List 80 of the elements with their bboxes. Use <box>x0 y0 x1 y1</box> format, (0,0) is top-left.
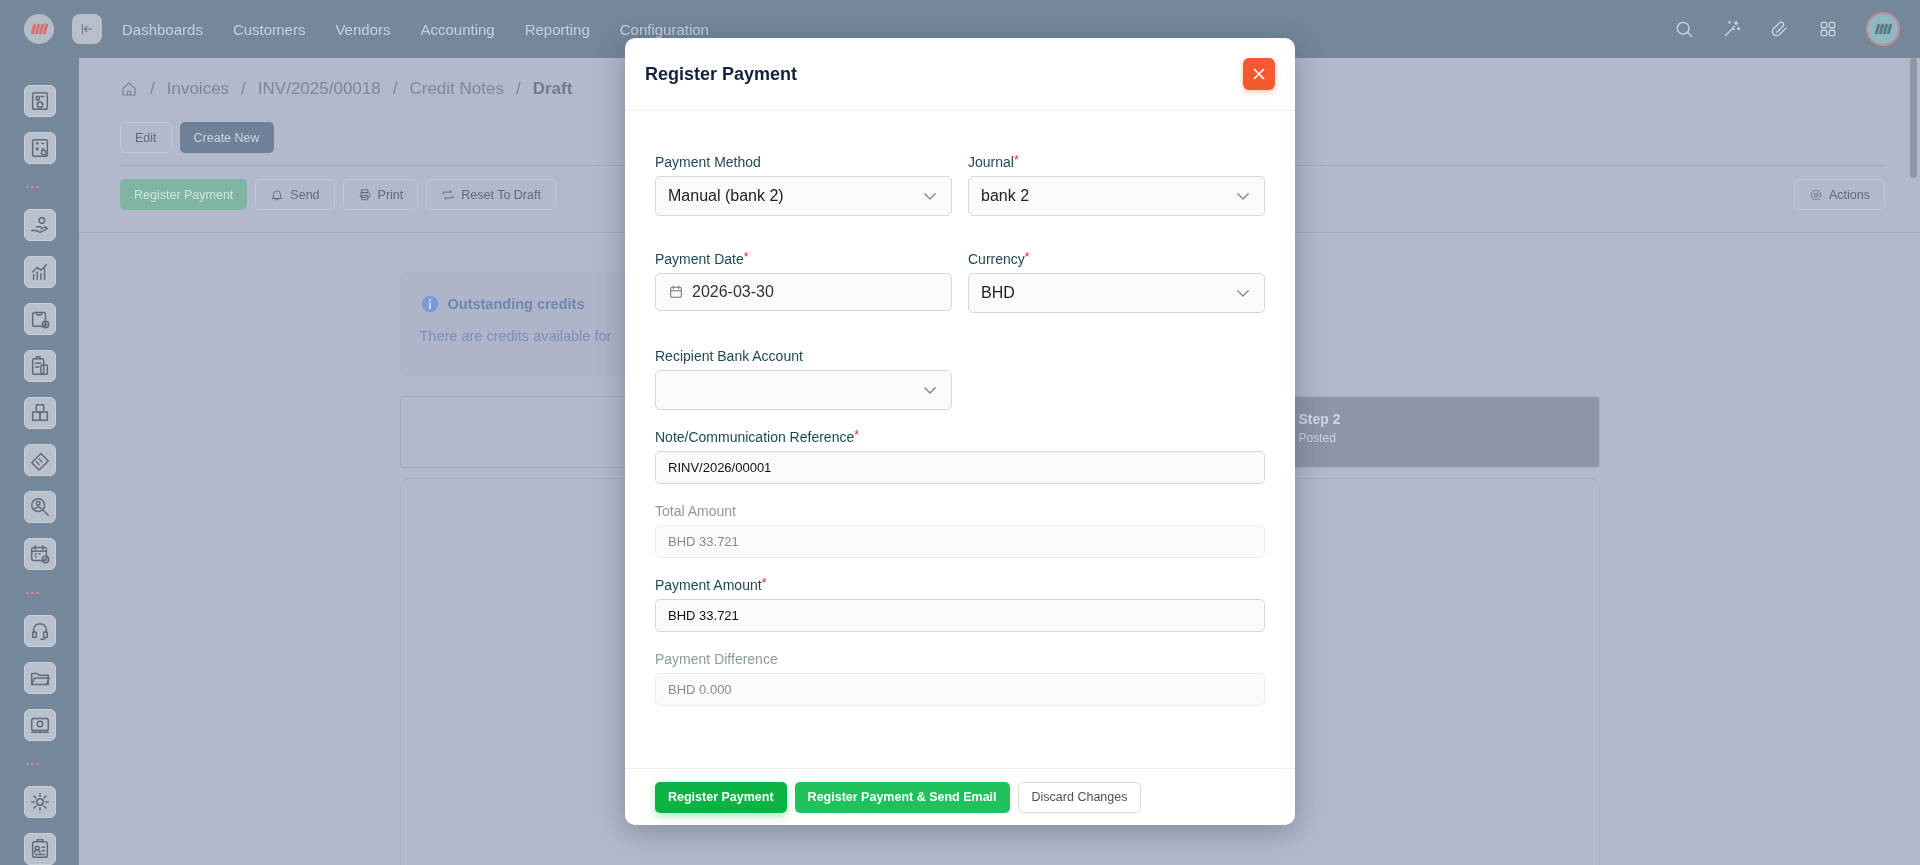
field-label: Payment Difference <box>655 650 778 667</box>
app-launcher-button[interactable] <box>23 303 56 335</box>
required-asterisk: * <box>1024 250 1030 264</box>
required-asterisk: * <box>1013 153 1019 167</box>
field-label: Journal <box>968 153 1014 170</box>
step-status: Posted <box>1298 431 1337 445</box>
action-button[interactable]: Create New <box>179 122 274 153</box>
close-button[interactable] <box>1243 58 1275 90</box>
app-launcher-button[interactable] <box>23 491 56 523</box>
user-avatar[interactable] <box>1866 12 1900 46</box>
action-button[interactable]: Edit <box>120 122 172 153</box>
app-launcher-button[interactable] <box>23 444 56 476</box>
app-launcher-button[interactable] <box>23 662 56 694</box>
toolbar-button[interactable]: Send <box>255 179 335 210</box>
input-field[interactable]: BHD 33.721 <box>655 599 1265 632</box>
scrollbar-thumb[interactable] <box>1910 58 1917 178</box>
hand-coin-icon <box>28 214 51 236</box>
dropdown-field[interactable]: bank 2 <box>968 176 1265 216</box>
dialog-button[interactable]: Register Payment & Send Email <box>794 781 1010 813</box>
alert-title: Outstanding credits <box>447 296 585 312</box>
app-launcher-button[interactable] <box>23 132 56 164</box>
nav-link[interactable]: Dashboards <box>122 20 203 38</box>
dialog-button[interactable]: Discard Changes <box>1017 781 1142 813</box>
printer-icon <box>357 187 372 202</box>
toolbar-button[interactable]: Register Payment <box>120 179 248 210</box>
field-label: Payment Date <box>655 250 744 267</box>
nav-link[interactable]: Vendors <box>335 20 391 38</box>
app-launcher-button[interactable] <box>23 786 56 818</box>
collapse-sidebar-button[interactable] <box>72 14 102 44</box>
app-launcher-button[interactable] <box>23 538 56 570</box>
nav-link[interactable]: Customers <box>232 20 306 38</box>
app-launcher-button[interactable] <box>23 209 56 241</box>
step-label: Step 2 <box>1298 411 1342 427</box>
dialog-title: Register Payment <box>645 63 798 85</box>
dropdown-field[interactable] <box>655 370 952 410</box>
breadcrumb-separator: / <box>241 79 246 99</box>
info-icon <box>419 294 440 314</box>
nav-link[interactable]: Accounting <box>420 20 495 38</box>
logo-icon <box>24 14 54 44</box>
app-launcher-button[interactable] <box>23 709 56 741</box>
home-icon[interactable] <box>120 80 138 98</box>
field-label: Recipient Bank Account <box>655 347 803 364</box>
required-asterisk: * <box>743 250 749 264</box>
collapse-arrow-icon <box>79 21 95 37</box>
nav-link[interactable]: Configuration <box>619 20 709 38</box>
app-launcher-button[interactable] <box>23 256 56 288</box>
field-label: Note/Communication Reference <box>655 428 855 445</box>
field-label: Currency <box>968 250 1025 267</box>
toolbar-button[interactable]: Print <box>342 179 419 210</box>
input-field[interactable]: RINV/2026/00001 <box>655 451 1265 484</box>
nav-link[interactable]: Reporting <box>524 20 590 38</box>
actions-button[interactable]: Actions <box>1794 179 1885 210</box>
field-label: Total Amount <box>655 502 736 519</box>
app-launcher-button[interactable] <box>23 833 56 865</box>
breadcrumb-link[interactable]: Draft <box>532 79 573 99</box>
required-asterisk: * <box>854 428 859 442</box>
dropdown-field[interactable]: BHD <box>968 273 1265 313</box>
breadcrumb-separator: / <box>515 79 521 99</box>
grid-icon[interactable] <box>1818 19 1838 39</box>
field-label: Payment Amount <box>655 576 762 593</box>
bell-icon <box>270 187 285 202</box>
calendar-icon <box>668 284 684 300</box>
magic-wand-icon[interactable] <box>1722 19 1742 39</box>
person-search-icon <box>28 496 51 518</box>
app-launcher-button[interactable] <box>23 615 56 647</box>
dialog-button[interactable]: Register Payment <box>655 781 787 813</box>
search-icon[interactable] <box>1674 19 1694 39</box>
settings-icon <box>1809 187 1823 202</box>
date-field[interactable]: 2026-03-30 <box>655 273 952 311</box>
breadcrumb-separator: / <box>150 79 155 99</box>
refresh-icon <box>441 187 456 202</box>
dropdown-field[interactable]: Manual (bank 2) <box>655 176 952 216</box>
app-launcher-button[interactable] <box>23 350 56 382</box>
required-asterisk: * <box>761 576 767 590</box>
calendar-check-icon <box>28 543 51 565</box>
breadcrumb-separator: / <box>392 79 398 99</box>
field-label: Payment Method <box>655 153 761 170</box>
app-launcher-button[interactable] <box>23 85 56 117</box>
toolbar-button[interactable]: Reset To Draft <box>426 179 556 210</box>
app-launcher-button[interactable] <box>23 397 56 429</box>
